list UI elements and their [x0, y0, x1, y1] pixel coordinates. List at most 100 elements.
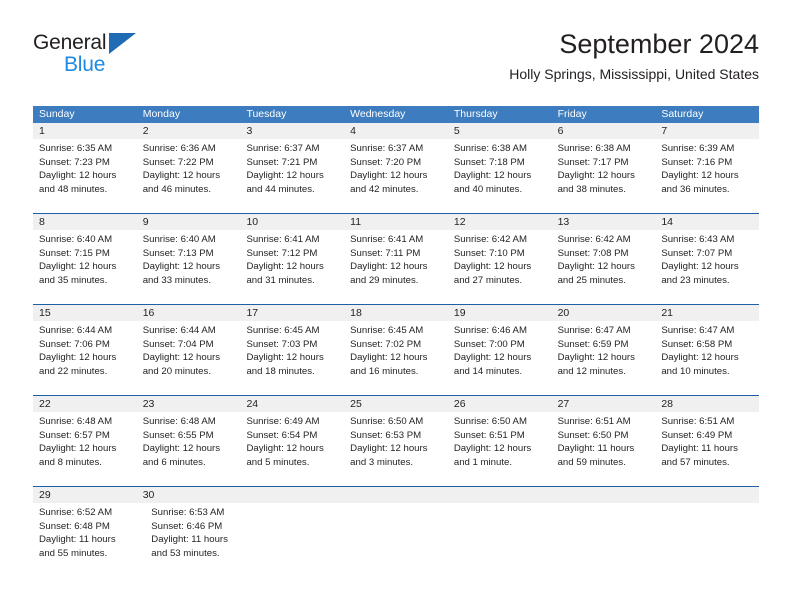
page-title: September 2024 [559, 29, 759, 59]
day-cell[interactable]: Sunrise: 6:40 AM Sunset: 7:15 PM Dayligh… [33, 230, 137, 304]
day-cell[interactable]: Sunrise: 6:38 AM Sunset: 7:17 PM Dayligh… [552, 139, 656, 213]
day-cell[interactable]: Sunrise: 6:47 AM Sunset: 6:59 PM Dayligh… [552, 321, 656, 395]
week-daynumber-band: 8 9 10 11 12 13 14 [33, 214, 759, 230]
day-number[interactable]: 20 [552, 305, 656, 321]
daylight-text-line2: and 48 minutes. [39, 183, 108, 195]
daylight-text-line2: and 31 minutes. [246, 274, 315, 286]
day-cell[interactable]: Sunrise: 6:38 AM Sunset: 7:18 PM Dayligh… [448, 139, 552, 213]
daylight-text-line1: Daylight: 12 hours [39, 261, 117, 273]
daylight-text-line1: Daylight: 12 hours [661, 352, 739, 364]
day-number[interactable]: 6 [552, 123, 656, 139]
daylight-text-line2: and 16 minutes. [350, 365, 419, 377]
day-number[interactable]: 24 [240, 396, 344, 412]
day-cell[interactable]: Sunrise: 6:51 AM Sunset: 6:49 PM Dayligh… [655, 412, 759, 486]
day-number[interactable]: 28 [655, 396, 759, 412]
day-number[interactable]: 29 [33, 487, 137, 503]
day-number[interactable]: 25 [344, 396, 448, 412]
day-number[interactable]: 5 [448, 123, 552, 139]
daylight-text-line1: Daylight: 12 hours [557, 170, 635, 182]
day-cell[interactable]: Sunrise: 6:51 AM Sunset: 6:50 PM Dayligh… [552, 412, 656, 486]
sunset-text: Sunset: 6:58 PM [661, 338, 733, 350]
logo-text-blue: Blue [64, 53, 106, 76]
day-cell[interactable]: Sunrise: 6:49 AM Sunset: 6:54 PM Dayligh… [240, 412, 344, 486]
sunrise-text: Sunrise: 6:47 AM [557, 325, 631, 336]
logo-text-general: General [33, 31, 107, 54]
day-number-empty [344, 487, 448, 503]
day-number[interactable]: 10 [240, 214, 344, 230]
day-cell[interactable]: Sunrise: 6:44 AM Sunset: 7:06 PM Dayligh… [33, 321, 137, 395]
sunset-text: Sunset: 7:02 PM [350, 338, 422, 350]
sunrise-text: Sunrise: 6:52 AM [39, 507, 113, 518]
daylight-text-line1: Daylight: 12 hours [453, 170, 532, 182]
sunrise-text: Sunrise: 6:42 AM [557, 234, 631, 245]
day-cell[interactable]: Sunrise: 6:37 AM Sunset: 7:21 PM Dayligh… [240, 139, 344, 213]
daylight-text-line2: and 53 minutes. [151, 547, 220, 559]
day-number-empty [448, 487, 552, 503]
day-cell[interactable]: Sunrise: 6:48 AM Sunset: 6:57 PM Dayligh… [33, 412, 137, 486]
sunset-text: Sunset: 7:12 PM [246, 247, 318, 259]
title-block: September 2024 Holly Springs, Mississipp… [509, 28, 759, 84]
day-cell[interactable]: Sunrise: 6:45 AM Sunset: 7:03 PM Dayligh… [240, 321, 344, 395]
day-cell[interactable]: Sunrise: 6:46 AM Sunset: 7:00 PM Dayligh… [448, 321, 552, 395]
day-number[interactable]: 12 [448, 214, 552, 230]
day-number[interactable]: 23 [137, 396, 241, 412]
day-number[interactable]: 30 [137, 487, 241, 503]
day-number[interactable]: 16 [137, 305, 241, 321]
day-cell[interactable]: Sunrise: 6:44 AM Sunset: 7:04 PM Dayligh… [137, 321, 241, 395]
daylight-text-line2: and 3 minutes. [350, 456, 414, 468]
day-cell[interactable]: Sunrise: 6:43 AM Sunset: 7:07 PM Dayligh… [655, 230, 759, 304]
day-cell[interactable]: Sunrise: 6:42 AM Sunset: 7:08 PM Dayligh… [552, 230, 656, 304]
day-number[interactable]: 19 [448, 305, 552, 321]
day-cell[interactable]: Sunrise: 6:42 AM Sunset: 7:10 PM Dayligh… [448, 230, 552, 304]
day-number[interactable]: 1 [33, 123, 137, 139]
day-cell[interactable]: Sunrise: 6:35 AM Sunset: 7:23 PM Dayligh… [33, 139, 137, 213]
day-number[interactable]: 4 [344, 123, 448, 139]
day-cell[interactable]: Sunrise: 6:47 AM Sunset: 6:58 PM Dayligh… [655, 321, 759, 395]
day-number[interactable]: 13 [552, 214, 656, 230]
generalblue-logo[interactable]: General Blue [33, 32, 163, 80]
day-cell[interactable]: Sunrise: 6:50 AM Sunset: 6:53 PM Dayligh… [344, 412, 448, 486]
day-number[interactable]: 27 [552, 396, 656, 412]
sunset-text: Sunset: 6:57 PM [39, 429, 110, 441]
day-number[interactable]: 11 [344, 214, 448, 230]
daylight-text-line1: Daylight: 12 hours [350, 352, 428, 364]
day-number[interactable]: 21 [655, 305, 759, 321]
day-cell[interactable]: Sunrise: 6:40 AM Sunset: 7:13 PM Dayligh… [137, 230, 241, 304]
sunset-text: Sunset: 7:03 PM [246, 338, 318, 350]
day-cell[interactable]: Sunrise: 6:45 AM Sunset: 7:02 PM Dayligh… [344, 321, 448, 395]
daylight-text-line2: and 18 minutes. [246, 365, 315, 377]
daylight-text-line2: and 36 minutes. [661, 183, 730, 195]
day-number[interactable]: 22 [33, 396, 137, 412]
day-cell[interactable]: Sunrise: 6:52 AM Sunset: 6:48 PM Dayligh… [33, 503, 145, 577]
sunrise-text: Sunrise: 6:48 AM [142, 416, 216, 427]
day-cell-empty [258, 503, 358, 577]
daylight-text-line1: Daylight: 12 hours [661, 170, 739, 182]
day-number[interactable]: 8 [33, 214, 137, 230]
day-number[interactable]: 7 [655, 123, 759, 139]
day-cell[interactable]: Sunrise: 6:39 AM Sunset: 7:16 PM Dayligh… [655, 139, 759, 213]
day-cell[interactable]: Sunrise: 6:48 AM Sunset: 6:55 PM Dayligh… [137, 412, 241, 486]
day-number[interactable]: 17 [240, 305, 344, 321]
day-cell[interactable]: Sunrise: 6:37 AM Sunset: 7:20 PM Dayligh… [344, 139, 448, 213]
day-number[interactable]: 18 [344, 305, 448, 321]
day-cell[interactable]: Sunrise: 6:50 AM Sunset: 6:51 PM Dayligh… [448, 412, 552, 486]
week-row: 22 23 24 25 26 27 28 Sunrise: 6:48 AM Su… [33, 395, 759, 486]
sunrise-text: Sunrise: 6:40 AM [39, 234, 113, 245]
day-number[interactable]: 2 [137, 123, 241, 139]
day-cell[interactable]: Sunrise: 6:36 AM Sunset: 7:22 PM Dayligh… [137, 139, 241, 213]
sunrise-text: Sunrise: 6:43 AM [661, 234, 735, 245]
sunset-text: Sunset: 7:10 PM [453, 247, 525, 259]
day-cell[interactable]: Sunrise: 6:41 AM Sunset: 7:12 PM Dayligh… [240, 230, 344, 304]
day-number[interactable]: 14 [655, 214, 759, 230]
daylight-text-line1: Daylight: 12 hours [557, 352, 635, 364]
day-number[interactable]: 3 [240, 123, 344, 139]
sunrise-sunset-calendar: Sunday Monday Tuesday Wednesday Thursday… [33, 106, 759, 577]
sunset-text: Sunset: 7:11 PM [350, 247, 421, 259]
day-number[interactable]: 9 [137, 214, 241, 230]
sunrise-text: Sunrise: 6:36 AM [142, 143, 216, 154]
day-cell[interactable]: Sunrise: 6:53 AM Sunset: 6:46 PM Dayligh… [145, 503, 257, 577]
day-cell[interactable]: Sunrise: 6:41 AM Sunset: 7:11 PM Dayligh… [344, 230, 448, 304]
sunset-text: Sunset: 6:49 PM [661, 429, 733, 441]
day-number[interactable]: 26 [448, 396, 552, 412]
day-number[interactable]: 15 [33, 305, 137, 321]
